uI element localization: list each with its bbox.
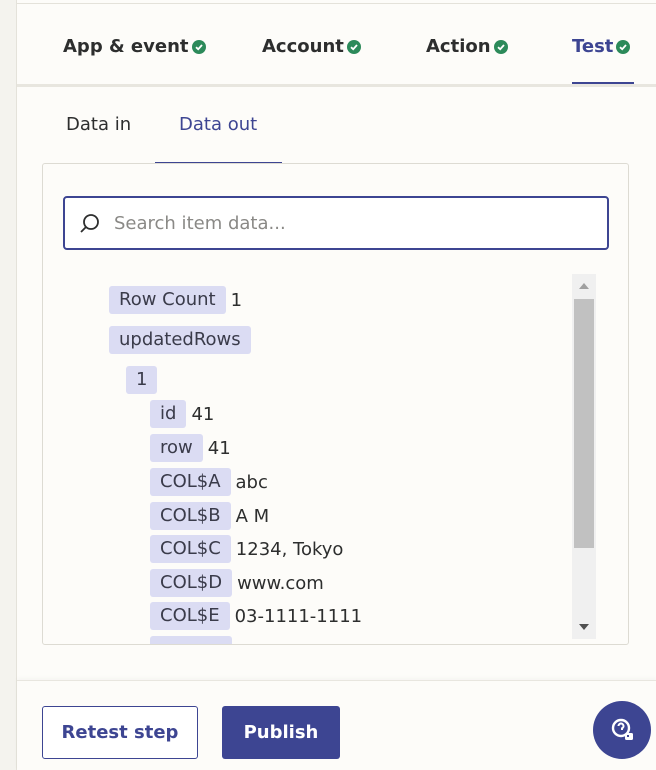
data-out-panel: Row Count 1 updatedRows 1 id 41 row 41 C… <box>42 163 629 645</box>
tab-label: Test <box>572 36 614 57</box>
tree-row-row-count[interactable]: Row Count 1 <box>109 286 242 314</box>
field-key: row <box>150 434 203 462</box>
tree-row-id[interactable]: id 41 <box>150 400 214 428</box>
field-key: COL$C <box>150 535 231 563</box>
tree-row-col-a[interactable]: COL$A abc <box>150 468 268 496</box>
tree-row-col-e[interactable]: COL$E 03-1111-1111 <box>150 602 362 630</box>
field-value: 03-1111-1111 <box>234 605 363 627</box>
field-key: COL$B <box>150 502 231 530</box>
editor-panel: App & event Account Action Test Data in <box>16 0 656 770</box>
data-tree: Row Count 1 updatedRows 1 id 41 row 41 C… <box>43 274 573 644</box>
field-key: COL$A <box>150 468 231 496</box>
scroll-down-icon[interactable] <box>572 615 596 639</box>
scroll-up-icon[interactable] <box>572 274 596 298</box>
tab-label: Action <box>426 36 491 57</box>
tab-test[interactable]: Test <box>572 36 631 57</box>
field-key: Row Count <box>109 286 226 314</box>
tree-row-col-c[interactable]: COL$C 1234, Tokyo <box>150 535 343 563</box>
tab-action[interactable]: Action <box>426 36 508 57</box>
check-circle-icon <box>191 39 206 54</box>
tab-app-event[interactable]: App & event <box>63 36 206 57</box>
footer-bar: Retest step Publish <box>17 680 656 770</box>
check-circle-icon <box>493 39 508 54</box>
search-icon <box>80 214 99 233</box>
step-tabs: App & event Account Action Test <box>17 4 656 88</box>
field-value: 1 <box>230 289 243 311</box>
field-value: abc <box>235 471 268 493</box>
field-value: 1234, Tokyo <box>235 538 344 560</box>
help-button[interactable] <box>593 701 651 759</box>
tab-label: Account <box>262 36 344 57</box>
check-circle-icon <box>616 39 631 54</box>
field-key: updatedRows <box>109 326 251 354</box>
search-input[interactable] <box>114 212 584 234</box>
field-value: www.com <box>237 572 324 594</box>
tree-row-col-d[interactable]: COL$D www.com <box>150 569 324 597</box>
tree-row-col-f[interactable] <box>150 636 232 644</box>
search-box <box>63 196 609 250</box>
tree-row-item-1[interactable]: 1 <box>126 366 158 394</box>
tree-row-col-b[interactable]: COL$B A M <box>150 502 269 530</box>
scrollbar-thumb[interactable] <box>574 299 594 548</box>
tree-scrollbar[interactable] <box>572 274 596 639</box>
tab-account[interactable]: Account <box>262 36 361 57</box>
field-key <box>150 636 232 644</box>
publish-button[interactable]: Publish <box>222 706 340 759</box>
field-key: 1 <box>126 366 158 394</box>
field-key: COL$E <box>150 602 230 630</box>
field-value: A M <box>235 505 270 527</box>
field-value: 41 <box>191 403 215 425</box>
tab-data-in[interactable]: Data in <box>66 114 131 135</box>
tab-label: App & event <box>63 36 189 57</box>
tab-data-out[interactable]: Data out <box>179 114 257 135</box>
tree-row-updated-rows[interactable]: updatedRows <box>109 326 251 354</box>
step-tabs-divider <box>17 84 656 87</box>
field-key: id <box>150 400 187 428</box>
retest-step-button[interactable]: Retest step <box>42 706 198 759</box>
help-chat-icon <box>611 718 633 740</box>
tree-row-row[interactable]: row 41 <box>150 434 231 462</box>
field-value: 41 <box>207 437 231 459</box>
field-key: COL$D <box>150 569 233 597</box>
check-circle-icon <box>346 39 361 54</box>
